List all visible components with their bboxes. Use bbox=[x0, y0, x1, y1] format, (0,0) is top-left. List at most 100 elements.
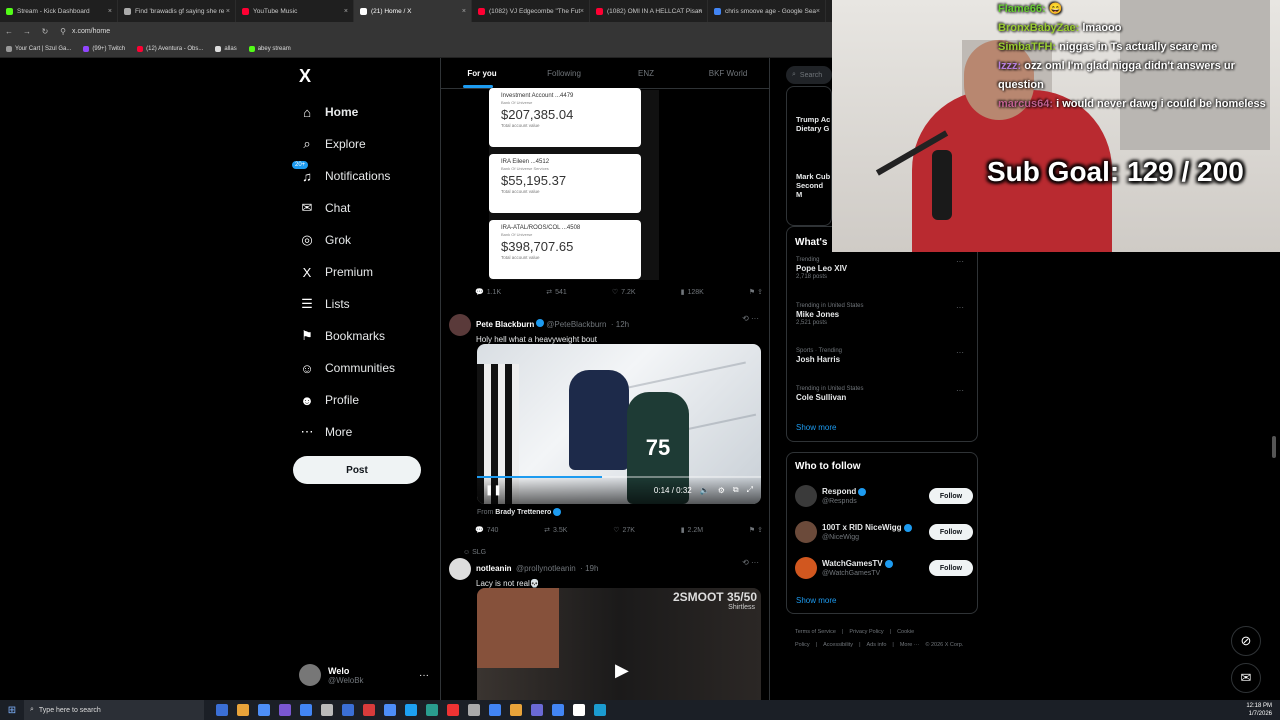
bookmark-item[interactable]: (12) Aventura - Obs... bbox=[137, 46, 203, 52]
sidebar-item-premium[interactable]: X Premium bbox=[296, 256, 395, 288]
video-thumbnail[interactable]: 2SMOOT 35/50 Shirtless ▶ bbox=[477, 588, 761, 700]
more-icon[interactable]: ⟲ ··· bbox=[742, 314, 759, 323]
taskbar-app-icon[interactable] bbox=[279, 704, 291, 716]
close-icon[interactable]: × bbox=[226, 8, 230, 15]
bookmark-icon[interactable]: ⚑ ⇪ bbox=[749, 288, 763, 296]
trend-item[interactable]: Trending in United States Mike Jones 2,521… bbox=[796, 303, 972, 326]
browser-tab[interactable]: (1082) OMI IN A HELLCAT Pisan × bbox=[590, 0, 708, 22]
from-name[interactable]: Brady Trettenero bbox=[495, 509, 551, 516]
sidebar-item-home[interactable]: ⌂ Home bbox=[296, 96, 395, 128]
tab-for-you[interactable]: For you bbox=[441, 58, 523, 88]
video-player[interactable]: 75 ❚❚ 0:14 / 0:32 🔈 ⚙ ⧉ ⤢ bbox=[477, 344, 761, 504]
close-icon[interactable]: × bbox=[698, 8, 702, 15]
taskbar-app-icon[interactable] bbox=[447, 704, 459, 716]
browser-tab[interactable]: Find 'brawadis gf saying she re × bbox=[118, 0, 236, 22]
pip-icon[interactable]: ⧉ bbox=[733, 485, 739, 495]
footer-link[interactable]: Ads info bbox=[867, 642, 887, 648]
more-icon[interactable]: ⟲ ··· bbox=[742, 558, 759, 567]
follow-button[interactable]: Follow bbox=[929, 560, 973, 576]
footer-link[interactable]: © 2026 X Corp. bbox=[925, 642, 963, 648]
account-switcher[interactable]: Welo @WeloBk ··· bbox=[299, 662, 429, 688]
mail-icon[interactable]: ✉ bbox=[1231, 663, 1261, 693]
bookmark-item[interactable]: abey stream bbox=[248, 46, 291, 52]
post-button[interactable]: Post bbox=[293, 456, 421, 484]
reply-button[interactable]: 💬 1.1K bbox=[475, 288, 501, 297]
search-input[interactable]: ⌕ Search bbox=[786, 66, 832, 84]
taskbar-app-icon[interactable] bbox=[258, 704, 270, 716]
trend-item[interactable]: Trending in United States Cole Sullivan ··… bbox=[796, 386, 972, 403]
repost-button[interactable]: ⇄ 3.5K bbox=[544, 526, 567, 535]
video-progress[interactable] bbox=[477, 476, 761, 478]
url-text[interactable]: x.com/home bbox=[72, 28, 110, 35]
news-item[interactable]: Mark Cub Second M bbox=[796, 172, 831, 199]
browser-tab[interactable]: chris smoove age - Google Sea × bbox=[708, 0, 826, 22]
author-handle[interactable]: @prollynotleanin bbox=[516, 564, 576, 573]
taskbar-app-icon[interactable] bbox=[426, 704, 438, 716]
more-icon[interactable]: ··· bbox=[419, 670, 429, 681]
social-context-label[interactable]: SLG bbox=[472, 549, 486, 556]
tab-following[interactable]: Following bbox=[523, 58, 605, 88]
scrollbar[interactable] bbox=[1272, 436, 1276, 458]
close-icon[interactable]: × bbox=[580, 8, 584, 15]
play-icon[interactable]: ▶ bbox=[615, 660, 629, 681]
sidebar-item-grok[interactable]: ◎ Grok bbox=[296, 224, 395, 256]
bookmark-item[interactable]: Your Cart | Szul Ga... bbox=[6, 46, 71, 52]
more-icon[interactable]: ··· bbox=[956, 257, 964, 266]
sidebar-item-more[interactable]: ⋯ More bbox=[296, 416, 395, 448]
follow-suggestion[interactable]: WatchGamesTV @WatchGamesTV Follow bbox=[795, 555, 973, 581]
taskbar-app-icon[interactable] bbox=[573, 704, 585, 716]
close-icon[interactable]: × bbox=[462, 8, 466, 15]
show-more-link[interactable]: Show more bbox=[796, 596, 836, 605]
taskbar-search[interactable]: ⌕ Type here to search bbox=[24, 700, 204, 720]
trend-item[interactable]: Sports · Trending Josh Harris ··· bbox=[796, 348, 972, 365]
bookmark-icon[interactable]: ⚑ ⇪ bbox=[749, 526, 763, 534]
taskbar-app-icon[interactable] bbox=[468, 704, 480, 716]
windows-start-icon[interactable]: ⊞ bbox=[0, 705, 24, 716]
like-button[interactable]: ♡ 27K bbox=[613, 526, 635, 535]
browser-tab[interactable]: YouTube Music × bbox=[236, 0, 354, 22]
views-button[interactable]: ▮ 128K bbox=[681, 288, 704, 297]
taskbar-app-icon[interactable] bbox=[531, 704, 543, 716]
sidebar-item-bookmarks[interactable]: ⚑ Bookmarks bbox=[296, 320, 395, 352]
browser-tab[interactable]: Stream - Kick Dashboard × bbox=[0, 0, 118, 22]
author-name[interactable]: notleanin bbox=[476, 564, 512, 573]
footer-link[interactable]: Accessibility bbox=[823, 642, 853, 648]
footer-link[interactable]: More ··· bbox=[900, 642, 920, 648]
close-icon[interactable]: × bbox=[108, 8, 112, 15]
taskbar-app-icon[interactable] bbox=[489, 704, 501, 716]
avatar[interactable] bbox=[795, 557, 817, 579]
follow-button[interactable]: Follow bbox=[929, 524, 973, 540]
reload-icon[interactable]: ↻ bbox=[36, 27, 54, 36]
author-name[interactable]: Pete Blackburn bbox=[476, 320, 534, 329]
follow-suggestion[interactable]: Respond @Respnds Follow bbox=[795, 483, 973, 509]
sidebar-item-communities[interactable]: ☺ Communities bbox=[296, 352, 395, 384]
taskbar-app-icon[interactable] bbox=[405, 704, 417, 716]
system-tray-clock[interactable]: 12:18 PM 1/7/2026 bbox=[1246, 702, 1272, 718]
pause-icon[interactable]: ❚❚ bbox=[485, 485, 502, 496]
avatar[interactable] bbox=[795, 485, 817, 507]
volume-icon[interactable]: 🔈 bbox=[700, 486, 710, 495]
taskbar-app-icon[interactable] bbox=[384, 704, 396, 716]
tab-enz[interactable]: ENZ bbox=[605, 58, 687, 88]
tab-bkf-world[interactable]: BKF World bbox=[687, 58, 769, 88]
more-icon[interactable]: ··· bbox=[956, 386, 964, 395]
avatar[interactable] bbox=[449, 314, 471, 336]
taskbar-app-icon[interactable] bbox=[552, 704, 564, 716]
news-item[interactable]: Trump Ac Dietary G bbox=[796, 115, 830, 133]
taskbar-app-icon[interactable] bbox=[321, 704, 333, 716]
sidebar-item-chat[interactable]: ✉ Chat bbox=[296, 192, 395, 224]
browser-tab[interactable]: (1082) VJ Edgecombe "The Fut × bbox=[472, 0, 590, 22]
x-logo[interactable]: X bbox=[299, 66, 311, 87]
taskbar-app-icon[interactable] bbox=[237, 704, 249, 716]
sidebar-item-explore[interactable]: ⌕ Explore bbox=[296, 128, 395, 160]
author-handle[interactable]: @PeteBlackburn bbox=[546, 320, 606, 329]
taskbar-app-icon[interactable] bbox=[342, 704, 354, 716]
footer-link[interactable]: Terms of Service bbox=[795, 629, 836, 635]
more-icon[interactable]: ··· bbox=[956, 303, 964, 312]
trend-item[interactable]: Trending Pope Leo XIV 2,718 posts ··· bbox=[796, 257, 972, 280]
sidebar-item-lists[interactable]: ☰ Lists bbox=[296, 288, 395, 320]
more-icon[interactable]: ··· bbox=[956, 348, 964, 357]
like-button[interactable]: ♡ 7.2K bbox=[612, 288, 636, 297]
close-icon[interactable]: × bbox=[344, 8, 348, 15]
follow-suggestion[interactable]: 100T x RID NiceWigg @NiceWigg Follow bbox=[795, 519, 973, 545]
